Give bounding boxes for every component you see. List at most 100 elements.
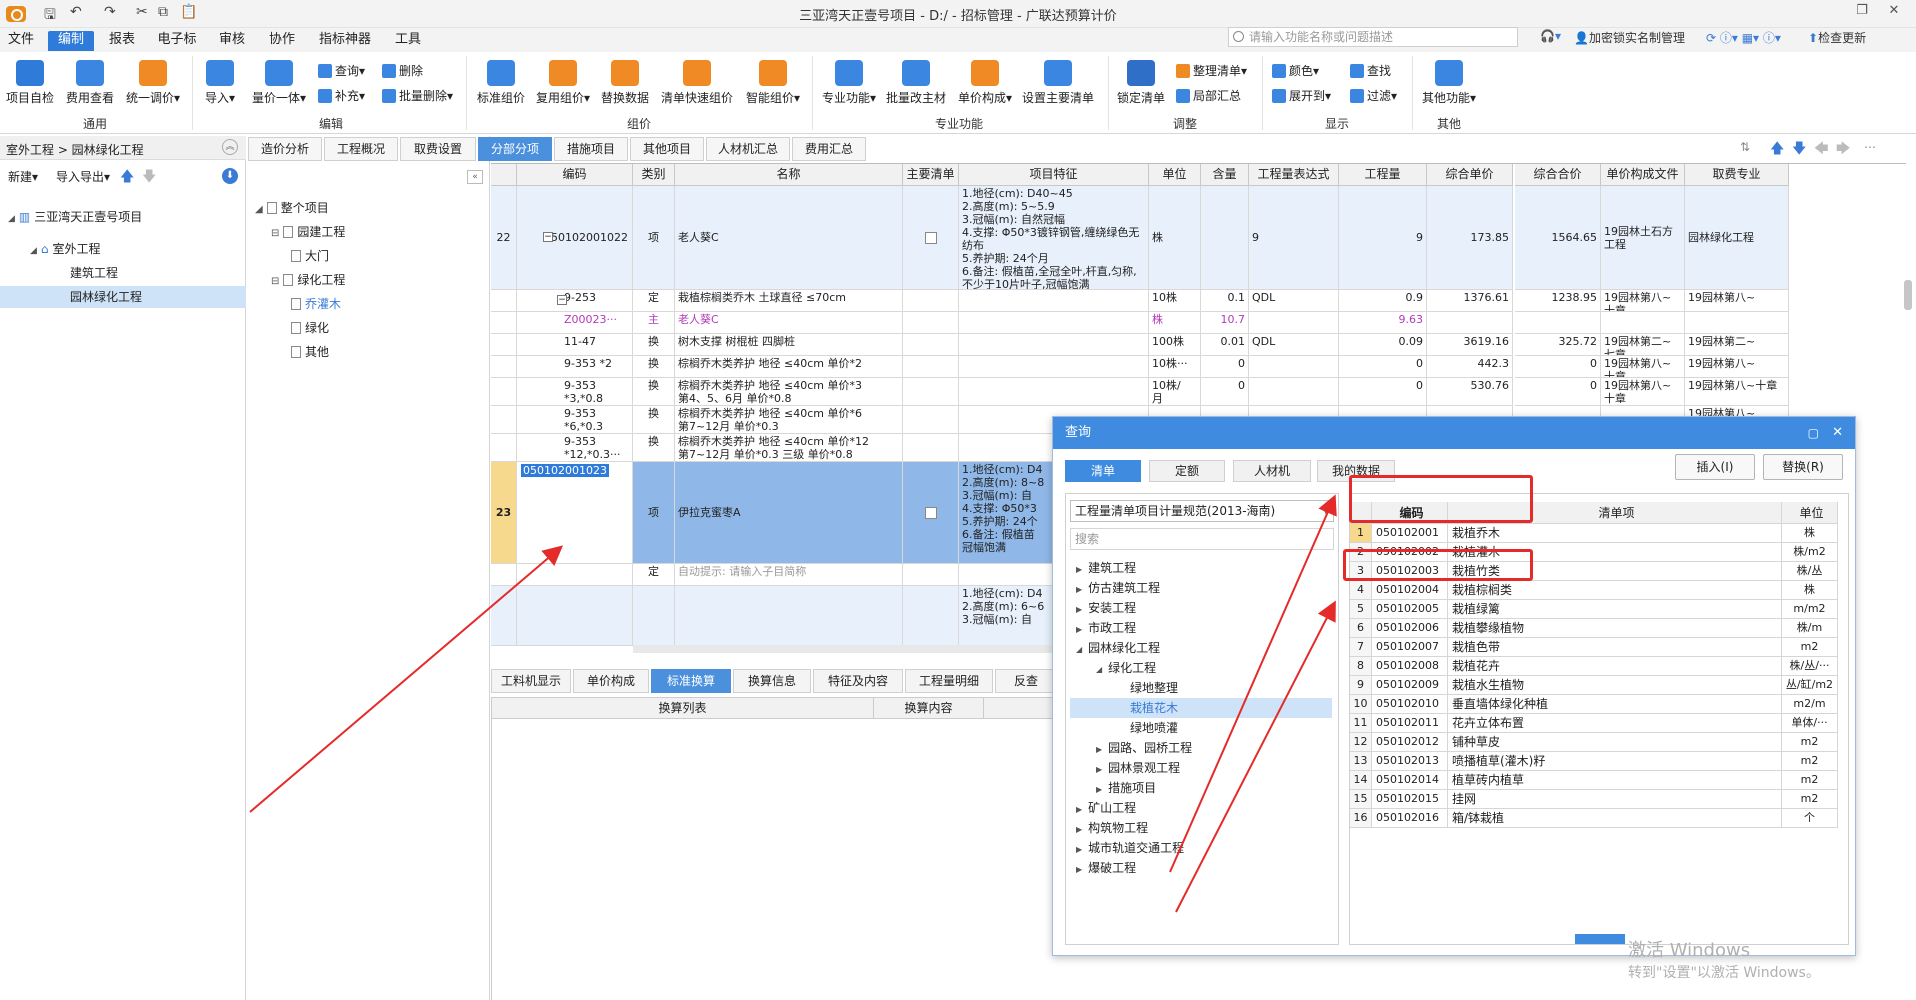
grid-cell[interactable]: 0 [1201,378,1249,406]
grid-cell[interactable]: 伊拉克蜜枣A [675,462,903,564]
grid-cell[interactable]: 1238.95 [1515,290,1601,312]
list-cell[interactable]: 栽植色带 [1448,638,1782,657]
grid-header[interactable]: 类别 [633,164,675,186]
organize-list-button[interactable]: 整理清单▾ [1176,62,1247,80]
grid-cell[interactable]: 19园林第八~十章 [1601,356,1685,378]
tab-7[interactable]: 费用汇总 [792,137,866,161]
list-cell[interactable]: 植草砖内植草 [1448,771,1782,790]
list-cell[interactable]: 15 [1350,790,1372,809]
list-cell[interactable]: m2 [1782,638,1838,657]
bottom-tab-1[interactable]: 单价构成 [573,669,649,693]
tree-arrow-icon[interactable]: ▶ [1076,605,1082,614]
batch-delete-button[interactable]: 批量删除▾ [382,87,453,105]
grid-cell[interactable]: 棕榈乔木类养护 地径 ≤40cm 单价*3 第4、5、6月 单价*0.8 [675,378,903,406]
grid-cell[interactable] [491,586,517,646]
dialog-tree-node[interactable]: ▶ 城市轨道交通工程 [1070,838,1332,858]
grid-cell[interactable]: 9-353 *3,*0.8 [517,378,633,406]
list-cell[interactable]: 2 [1350,543,1372,562]
dialog-tree-node[interactable]: ▶ 爆破工程 [1070,858,1332,878]
grid-cell[interactable] [491,564,517,586]
list-cell[interactable]: 050102013 [1372,752,1448,771]
grid-cell[interactable] [903,434,959,462]
dialog-close-icon[interactable]: ✕ [1832,417,1843,449]
grid-header[interactable] [491,164,517,186]
tree-arrow-icon[interactable]: ◢ [1076,645,1082,654]
grid-cell[interactable]: 19园林第八~ [1685,290,1789,312]
list-cell[interactable]: 栽植攀缘植物 [1448,619,1782,638]
list-cell[interactable]: m2 [1782,733,1838,752]
import-button[interactable]: 导入▾ [200,60,240,106]
grid-cell[interactable] [491,312,517,334]
grid-cell[interactable]: 3619.16 [1427,334,1513,356]
filter-button[interactable]: 过滤▾ [1350,87,1397,105]
bottom-tab-4[interactable]: 特征及内容 [813,669,903,693]
dialog-tree-node[interactable]: ◢ 绿化工程 [1070,658,1332,678]
set-main-list-button[interactable]: 设置主要清单 [1020,60,1096,106]
grid-cell[interactable] [1427,312,1513,334]
list-cell[interactable]: 喷播植草(灌木)籽 [1448,752,1782,771]
redo-icon[interactable]: ↷ [104,4,116,20]
list-cell[interactable]: 050102005 [1372,600,1448,619]
menu-index[interactable]: 指标神器 [312,31,378,51]
grid-cell[interactable] [959,312,1149,334]
grid-cell[interactable]: 0.9 [1339,290,1427,312]
grid-cell[interactable]: 主 [633,312,675,334]
grid-cell[interactable]: 0 [1515,378,1601,406]
tree-node[interactable]: ◢ ▥ 三亚湾天正壹号项目 [0,206,246,228]
grid-cell[interactable] [959,334,1149,356]
list-cell[interactable]: 050102008 [1372,657,1448,676]
section-tree-node[interactable]: ◢ 整个项目 [255,198,329,218]
tree-node[interactable]: 建筑工程 [0,262,246,284]
bottom-tab-5[interactable]: 工程量明细 [905,669,993,693]
list-cell[interactable]: 栽植水生植物 [1448,676,1782,695]
grid-header[interactable]: 单价构成文件 [1601,164,1685,186]
grid-cell[interactable]: 9.63 [1339,312,1427,334]
sort-icon[interactable]: ⇅ [1740,140,1750,154]
grid-cell[interactable] [903,334,959,356]
list-header[interactable]: 编码 [1372,502,1448,524]
standard-pricing-button[interactable]: 标准组价 [474,60,528,106]
list-cell[interactable]: 050102006 [1372,619,1448,638]
dialog-tree-node[interactable]: 绿地整理 [1070,678,1332,698]
dialog-tab-2[interactable]: 人材机 [1233,460,1311,482]
list-cell[interactable]: 7 [1350,638,1372,657]
grid-cell[interactable] [491,434,517,462]
restore-icon[interactable]: ❐ [1848,3,1876,18]
grid-cell[interactable] [517,564,633,586]
list-cell[interactable]: 050102003 [1372,562,1448,581]
more-icon[interactable]: ⋯ [1864,140,1876,154]
bottom-tab-0[interactable]: 工料机显示 [491,669,571,693]
menu-report[interactable]: 报表 [100,31,144,51]
list-cell[interactable]: 050102009 [1372,676,1448,695]
dialog-tree-node[interactable]: 绿地喷灌 [1070,718,1332,738]
lock-list-button[interactable]: 锁定清单 [1114,60,1168,106]
grid-cell[interactable]: 19园林第八~十章 [1685,378,1789,406]
dialog-tree-node[interactable]: ▶ 建筑工程 [1070,558,1332,578]
list-cell[interactable]: 050102015 [1372,790,1448,809]
section-tree-node[interactable]: ⊟ 园建工程 [271,222,345,242]
main-list-checkbox[interactable] [924,506,937,519]
replace-button[interactable]: 替换(R) [1763,454,1843,480]
expand-toggle-icon[interactable]: ⊟ [271,228,279,239]
supplement-button[interactable]: 补充▾ [318,87,365,105]
main-list-checkbox[interactable] [924,231,937,244]
list-cell[interactable]: 株 [1782,581,1838,600]
grid-cell[interactable] [959,378,1149,406]
list-cell[interactable]: 050102007 [1372,638,1448,657]
tab-0[interactable]: 造价分析 [248,137,322,161]
code-edit-text[interactable]: 050102001023 [521,464,609,477]
project-selfcheck-button[interactable]: 项目自检 [6,60,54,106]
dialog-tree-node[interactable]: 栽植花木 [1070,698,1332,718]
grid-cell[interactable]: 换 [633,406,675,434]
grid-cell[interactable]: 0 [1339,378,1427,406]
list-scroll-thumb[interactable] [1575,934,1625,944]
tree-arrow-icon[interactable]: ◢ [1096,665,1102,674]
grid-cell[interactable]: 19园林土石方工程 [1601,186,1685,290]
grid-cell[interactable] [903,406,959,434]
tab-3[interactable]: 分部分项 [478,137,552,161]
tree-node[interactable]: ◢ ⌂ 室外工程 [0,238,246,260]
grid-cell[interactable]: 0 [1339,356,1427,378]
expand-arrow-icon[interactable]: ◢ [30,246,37,256]
expand-toggle-icon[interactable]: ◢ [255,204,263,215]
list-cell[interactable]: 栽植灌木 [1448,543,1782,562]
